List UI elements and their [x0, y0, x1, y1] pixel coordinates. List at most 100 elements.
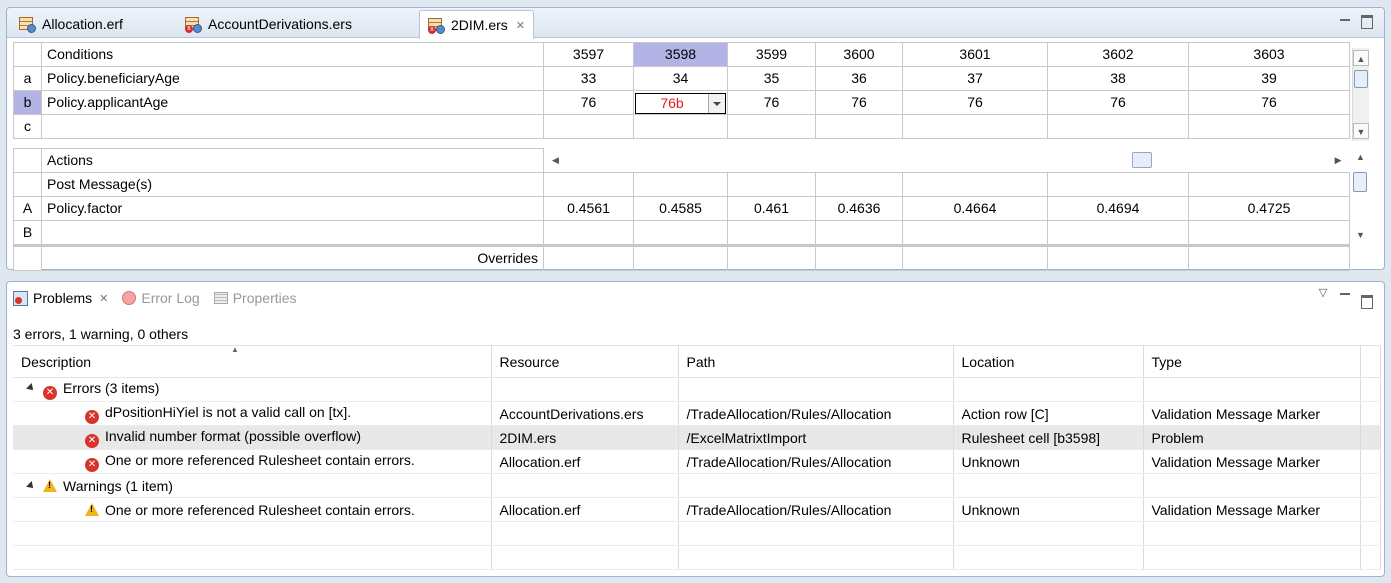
horizontal-scrollbar[interactable]: ◀ ▶: [544, 149, 1350, 173]
scroll-down-icon[interactable]: ▼: [1356, 230, 1365, 240]
column-header[interactable]: 3601: [902, 42, 1048, 67]
column-header-description[interactable]: Description ▲: [13, 345, 492, 378]
column-header[interactable]: 3599: [727, 42, 816, 67]
tab-problems[interactable]: Problems ✕: [13, 290, 108, 306]
rule-cell[interactable]: 39: [1188, 66, 1350, 91]
maximize-icon[interactable]: [1358, 12, 1376, 30]
group-row-warnings[interactable]: Warnings (1 item): [13, 473, 1381, 498]
rule-cell[interactable]: 37: [902, 66, 1048, 91]
table-row[interactable]: ✕ Invalid number format (possible overflo…: [13, 425, 1381, 450]
rule-cell[interactable]: [902, 245, 1048, 271]
row-id[interactable]: A: [13, 196, 42, 221]
chevron-down-icon[interactable]: [708, 93, 725, 113]
row-id[interactable]: c: [13, 114, 42, 139]
column-header[interactable]: 3600: [815, 42, 903, 67]
rule-cell[interactable]: [727, 220, 816, 246]
scroll-down-icon[interactable]: ▼: [1353, 123, 1369, 139]
minimize-icon[interactable]: [1336, 12, 1354, 30]
rule-cell[interactable]: [1047, 220, 1189, 246]
group-row-errors[interactable]: ✕ Errors (3 items): [13, 377, 1381, 402]
tab-error-log[interactable]: Error Log: [122, 290, 200, 306]
rule-cell[interactable]: [902, 220, 1048, 246]
rule-cell[interactable]: [1188, 114, 1350, 139]
column-header[interactable]: 3598: [633, 42, 728, 67]
action-expression[interactable]: [41, 220, 544, 246]
rule-cell[interactable]: [543, 220, 634, 246]
rule-cell[interactable]: 38: [1047, 66, 1189, 91]
rule-cell[interactable]: [633, 220, 728, 246]
rule-cell[interactable]: [633, 172, 728, 197]
rule-cell[interactable]: [815, 172, 903, 197]
rule-cell[interactable]: [727, 114, 816, 139]
view-menu-icon[interactable]: ▽: [1314, 284, 1332, 302]
column-header-location[interactable]: Location: [953, 345, 1144, 378]
condition-expression[interactable]: [41, 114, 544, 139]
rule-cell[interactable]: [543, 114, 634, 139]
tab-2dim-ers[interactable]: x 2DIM.ers ✕: [419, 10, 535, 39]
row-id[interactable]: B: [13, 220, 42, 246]
rule-cell[interactable]: 76: [543, 90, 634, 115]
tab-accountderivations-ers[interactable]: x AccountDerivations.ers: [177, 10, 360, 38]
rule-cell[interactable]: [902, 172, 1048, 197]
rule-cell[interactable]: 0.4636: [815, 196, 903, 221]
table-row[interactable]: ✕ One or more referenced Rulesheet contai…: [13, 449, 1381, 474]
column-header[interactable]: 3603: [1188, 42, 1350, 67]
table-row[interactable]: ✕ dPositionHiYiel is not a valid call on …: [13, 401, 1381, 426]
rule-cell-editing[interactable]: 76b: [633, 90, 728, 115]
rule-cell[interactable]: 76: [902, 90, 1048, 115]
cell-value-combo[interactable]: 76b: [635, 92, 726, 114]
rule-cell[interactable]: [543, 245, 634, 271]
rule-cell[interactable]: [633, 245, 728, 271]
rule-cell[interactable]: [815, 220, 903, 246]
cell-value-input[interactable]: 76b: [636, 94, 708, 113]
rule-cell[interactable]: 0.461: [727, 196, 816, 221]
scroll-left-icon[interactable]: ◀: [552, 149, 559, 172]
rule-cell[interactable]: [1187, 220, 1351, 246]
column-header[interactable]: 3602: [1047, 42, 1189, 67]
rule-cell[interactable]: [815, 245, 903, 271]
rule-cell[interactable]: 0.4664: [902, 196, 1048, 221]
column-header-type[interactable]: Type: [1143, 345, 1361, 378]
conditions-scrollbar[interactable]: ▲ ▼: [1352, 48, 1369, 141]
expand-triangle-icon[interactable]: [26, 382, 36, 393]
column-header-path[interactable]: Path: [678, 345, 954, 378]
condition-expression[interactable]: Policy.applicantAge: [41, 90, 544, 115]
rule-cell[interactable]: [902, 114, 1048, 139]
rule-cell[interactable]: [1047, 172, 1189, 197]
rule-cell[interactable]: 33: [543, 66, 634, 91]
minimize-icon[interactable]: [1336, 286, 1354, 304]
maximize-icon[interactable]: [1358, 292, 1376, 310]
table-row[interactable]: One or more referenced Rulesheet contain…: [13, 497, 1381, 522]
rule-cell[interactable]: [727, 172, 816, 197]
scroll-up-icon[interactable]: ▲: [1356, 152, 1365, 162]
tab-properties[interactable]: Properties: [213, 290, 297, 306]
rule-cell[interactable]: [727, 245, 816, 271]
rule-cell[interactable]: [543, 172, 634, 197]
rule-cell[interactable]: [1187, 172, 1351, 197]
rule-cell[interactable]: [633, 114, 728, 139]
close-icon[interactable]: ✕: [99, 292, 108, 305]
rule-cell[interactable]: [1187, 245, 1351, 271]
rule-cell[interactable]: [1047, 114, 1189, 139]
expand-triangle-icon[interactable]: [26, 480, 36, 491]
rule-cell[interactable]: 0.4561: [543, 196, 634, 221]
rule-cell[interactable]: 0.4694: [1047, 196, 1189, 221]
column-header[interactable]: 3597: [543, 42, 634, 67]
scroll-right-icon[interactable]: ▶: [1335, 149, 1342, 172]
rule-cell[interactable]: 0.4585: [633, 196, 728, 221]
scroll-thumb[interactable]: [1132, 151, 1152, 168]
close-icon[interactable]: ✕: [516, 19, 525, 32]
scroll-up-icon[interactable]: ▲: [1353, 50, 1369, 66]
action-expression[interactable]: Policy.factor: [41, 196, 544, 221]
rule-cell[interactable]: 76: [1047, 90, 1189, 115]
rule-cell[interactable]: [1047, 245, 1189, 271]
row-id[interactable]: b: [13, 90, 42, 115]
row-id[interactable]: a: [13, 66, 42, 91]
rule-cell[interactable]: 35: [727, 66, 816, 91]
condition-expression[interactable]: Policy.beneficiaryAge: [41, 66, 544, 91]
rule-cell[interactable]: 76: [727, 90, 816, 115]
actions-scrollbar[interactable]: ▲ ▼: [1352, 150, 1369, 242]
rule-cell[interactable]: 36: [815, 66, 903, 91]
rule-cell[interactable]: 34: [633, 66, 728, 91]
column-header-resource[interactable]: Resource: [491, 345, 679, 378]
